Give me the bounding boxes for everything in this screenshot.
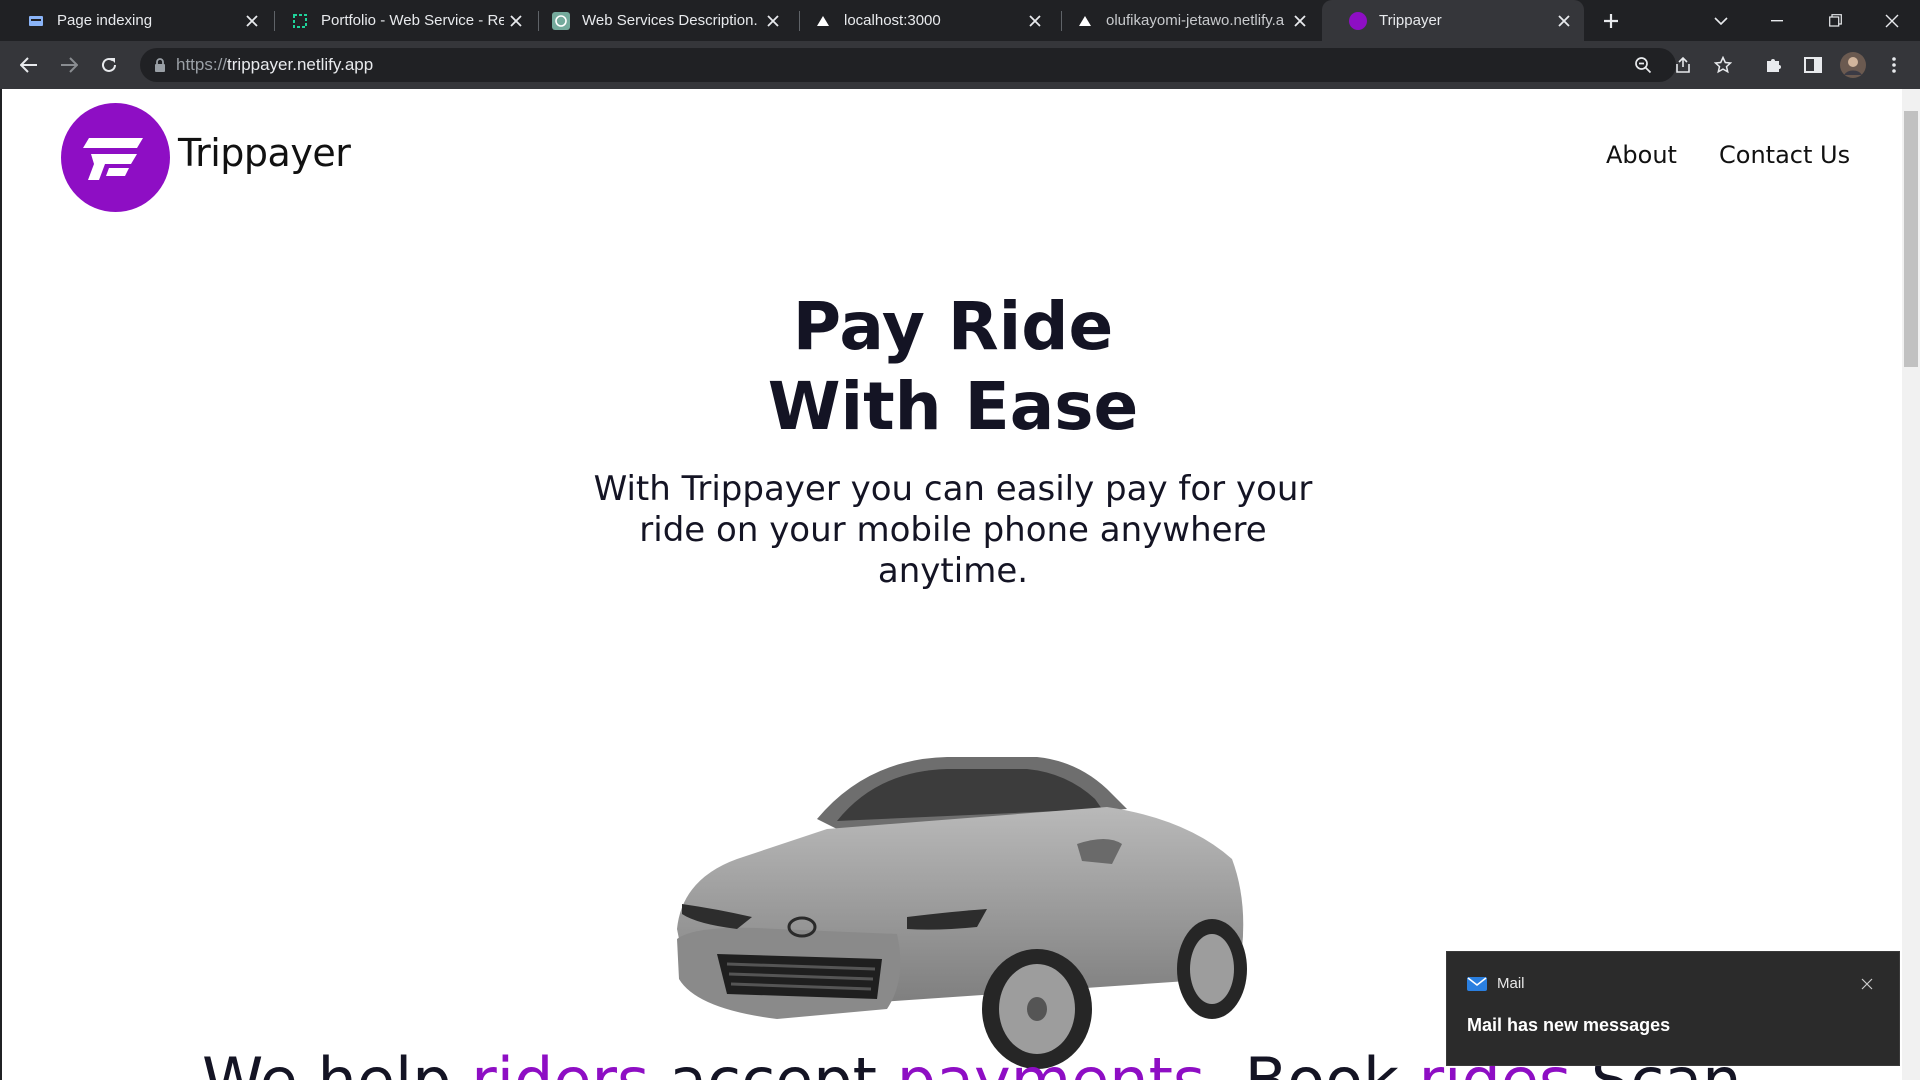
trippayer-logo-icon: [82, 137, 143, 180]
close-icon: [1885, 14, 1899, 27]
minimize-button[interactable]: [1762, 0, 1792, 41]
tab-title: localhost:3000: [844, 12, 941, 29]
hero-title-line1: Pay Ride: [792, 288, 1114, 365]
notification-app: Mail: [1467, 975, 1525, 992]
triangle-icon: [1076, 12, 1094, 30]
profile-button[interactable]: [1838, 50, 1868, 80]
mail-notification[interactable]: Mail Mail has new messages: [1446, 951, 1900, 1066]
tab-olufikayomi[interactable]: olufikayomi-jetawo.netlify.a: [1049, 0, 1320, 41]
replit-icon: [291, 12, 309, 30]
tab-title: Page indexing: [57, 12, 153, 29]
mail-icon: [1467, 976, 1487, 992]
notification-app-name: Mail: [1497, 975, 1525, 992]
car-image: [677, 757, 1247, 1069]
tab-portfolio[interactable]: Portfolio - Web Service - Re: [264, 0, 536, 41]
tab-title: olufikayomi-jetawo.netlify.a: [1106, 12, 1285, 29]
tab-search-button[interactable]: [1706, 0, 1736, 41]
nav-about-link[interactable]: About: [1606, 141, 1677, 169]
close-icon: [1861, 978, 1873, 990]
scrollbar-thumb[interactable]: [1904, 111, 1918, 367]
plus-icon: [1604, 13, 1618, 28]
forward-button[interactable]: [54, 50, 84, 80]
tab-title: Web Services Description.: [582, 12, 758, 29]
kebab-menu-icon: [1892, 57, 1896, 73]
close-tab-icon[interactable]: [1552, 9, 1576, 33]
reload-button[interactable]: [94, 50, 124, 80]
bookmark-star-icon[interactable]: [1714, 56, 1732, 74]
avatar: [1840, 52, 1866, 78]
address-bar[interactable]: https://trippayer.netlify.app: [140, 48, 1732, 82]
tab-page-indexing[interactable]: Page indexing: [0, 0, 272, 41]
brand-name[interactable]: Trippayer: [178, 131, 351, 175]
forward-arrow-icon: [61, 57, 78, 73]
share-icon[interactable]: [1674, 56, 1692, 74]
notification-message: Mail has new messages: [1467, 1015, 1671, 1035]
page-viewport: Trippayer About Contact Us Pay Ride With…: [0, 89, 1902, 1080]
close-tab-icon[interactable]: [240, 9, 264, 33]
nav-contact-link[interactable]: Contact Us: [1719, 141, 1850, 169]
notification-close-button[interactable]: [1857, 974, 1877, 994]
tab-web-services[interactable]: Web Services Description.: [525, 0, 793, 41]
close-tab-icon[interactable]: [1023, 9, 1047, 33]
logo[interactable]: [61, 103, 170, 212]
back-arrow-icon: [20, 57, 37, 73]
hero-title-line2: With Ease: [767, 368, 1139, 445]
triangle-icon: [814, 12, 832, 30]
toolbar: https://trippayer.netlify.app: [0, 41, 1920, 89]
hero-subtitle: With Trippayer you can easily pay for yo…: [593, 469, 1313, 591]
puzzle-icon: [1767, 59, 1781, 72]
close-tab-icon[interactable]: [1288, 9, 1312, 33]
lock-icon[interactable]: [154, 58, 166, 72]
url-text: https://trippayer.netlify.app: [176, 55, 374, 74]
extensions-button[interactable]: [1758, 50, 1788, 80]
restore-icon: [1828, 14, 1842, 27]
new-tab-button[interactable]: [1596, 0, 1626, 41]
side-panel-button[interactable]: [1798, 50, 1828, 80]
minimize-icon: [1771, 19, 1783, 21]
close-window-button[interactable]: [1877, 0, 1907, 41]
chevron-down-icon: [1714, 16, 1728, 25]
tab-title: Portfolio - Web Service - Re: [321, 12, 504, 29]
trippayer-favicon: [1349, 11, 1367, 30]
reload-icon: [102, 57, 116, 72]
side-panel-icon: [1804, 57, 1822, 73]
tab-strip: Page indexing Portfolio - Web Service - …: [0, 0, 1920, 41]
menu-button[interactable]: [1879, 50, 1909, 80]
back-button[interactable]: [14, 50, 44, 80]
zoom-icon[interactable]: [1634, 56, 1652, 74]
tab-title: Trippayer: [1379, 12, 1442, 29]
search-console-icon: [27, 12, 45, 30]
restore-button[interactable]: [1820, 0, 1850, 41]
tab-trippayer[interactable]: Trippayer: [1322, 0, 1584, 41]
tab-localhost[interactable]: localhost:3000: [787, 0, 1055, 41]
close-tab-icon[interactable]: [761, 9, 785, 33]
chatgpt-icon: [552, 11, 570, 30]
